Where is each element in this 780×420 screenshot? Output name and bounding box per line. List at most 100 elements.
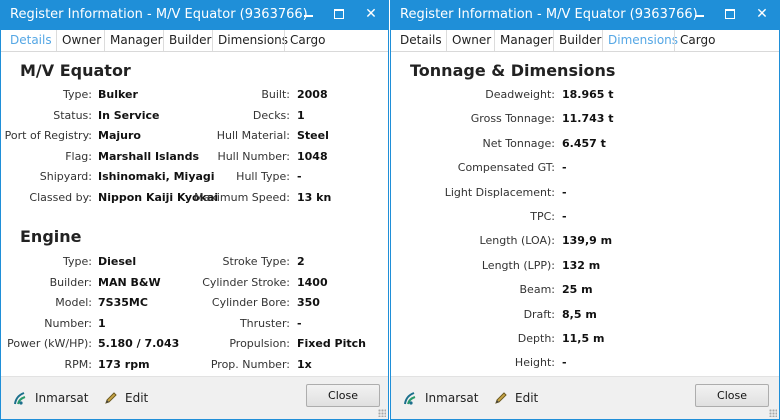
- minimize-button[interactable]: [688, 4, 712, 24]
- field-label: Type:: [63, 88, 92, 101]
- field-label: Port of Registry:: [4, 129, 92, 142]
- field-label: Propulsion:: [229, 337, 290, 350]
- field-value: 18.965 t: [562, 88, 614, 101]
- vessel-heading: M/V Equator: [20, 61, 131, 80]
- maximize-icon: [725, 9, 735, 19]
- field-label: Gross Tonnage:: [470, 112, 555, 126]
- minimize-icon: [695, 15, 704, 17]
- field-label: Length (LPP):: [481, 258, 555, 272]
- close-button[interactable]: Close: [695, 384, 769, 407]
- title-bar[interactable]: Register Information - M/V Equator (9363…: [390, 0, 780, 30]
- field-label: Cylinder Bore:: [211, 296, 290, 309]
- inmarsat-label: Inmarsat: [425, 391, 479, 405]
- field-value: 139,9 m: [562, 234, 613, 248]
- field-label: Builder:: [49, 275, 92, 289]
- field-label: Length (LOA):: [479, 234, 555, 248]
- field-label: Beam:: [519, 283, 555, 297]
- engine-heading: Engine: [20, 227, 82, 246]
- field-label: Model:: [55, 296, 92, 309]
- field-label: Cylinder Stroke:: [202, 275, 290, 289]
- field-value: Marshall Islands: [98, 149, 200, 163]
- field-value: Ishinomaki, Miyagi: [98, 170, 215, 183]
- field-value: In Service: [98, 108, 160, 122]
- field-value: 6.457 t: [562, 136, 606, 150]
- window-content: Details Owner Manager Builder Dimensions…: [391, 30, 779, 419]
- field-label: Stroke Type:: [222, 255, 290, 268]
- window-title: Register Information - M/V Equator (9363…: [400, 7, 698, 22]
- field-label: Type:: [63, 255, 92, 268]
- field-value: Steel: [297, 129, 329, 142]
- tab-owner[interactable]: Owner: [56, 30, 106, 51]
- close-window-button[interactable]: ✕: [359, 4, 383, 24]
- field-value: 25 m: [562, 283, 593, 297]
- pencil-icon: [105, 392, 117, 404]
- field-value: 1048: [297, 149, 328, 163]
- field-value: Fixed Pitch: [297, 337, 366, 350]
- tab-owner[interactable]: Owner: [446, 30, 496, 51]
- minimize-icon: [304, 15, 313, 17]
- field-value: 5.180 / 7.043: [98, 337, 180, 350]
- window-content: Details Owner Manager Builder Dimensions…: [1, 30, 388, 419]
- register-window-details: Register Information - M/V Equator (9363…: [0, 0, 389, 420]
- field-label: Hull Material:: [216, 129, 290, 142]
- field-value: -: [297, 316, 302, 330]
- tab-cargo[interactable]: Cargo: [284, 30, 330, 51]
- inmarsat-icon: [404, 392, 416, 405]
- field-value: 11,5 m: [562, 332, 605, 345]
- field-label: Hull Type:: [236, 170, 290, 183]
- field-label: Status:: [53, 108, 92, 122]
- field-value: -: [562, 185, 567, 199]
- field-value: 2008: [297, 88, 328, 101]
- field-label: RPM:: [64, 357, 92, 371]
- field-label: Depth:: [517, 332, 555, 345]
- tab-bar: Details Owner Manager Builder Dimensions…: [1, 30, 388, 52]
- close-window-button[interactable]: ✕: [750, 4, 774, 24]
- tab-details[interactable]: Details: [5, 30, 57, 51]
- tab-builder[interactable]: Builder: [163, 30, 216, 51]
- field-value: 132 m: [562, 258, 601, 272]
- field-value: 1: [297, 108, 305, 122]
- field-label: Thruster:: [239, 316, 290, 330]
- tab-dimensions[interactable]: Dimensions: [602, 30, 683, 51]
- field-value: MAN B&W: [98, 275, 161, 289]
- tab-cargo[interactable]: Cargo: [674, 30, 720, 51]
- field-value: 1x: [297, 357, 312, 371]
- field-value: 1400: [297, 275, 328, 289]
- tab-manager[interactable]: Manager: [494, 30, 558, 51]
- minimize-button[interactable]: [297, 4, 321, 24]
- footer-bar: Inmarsat Edit Close: [1, 376, 388, 419]
- field-value: Bulker: [98, 88, 138, 101]
- resize-grip[interactable]: [769, 409, 777, 417]
- maximize-button[interactable]: [327, 4, 351, 24]
- tab-details[interactable]: Details: [395, 30, 447, 51]
- field-label: Compensated GT:: [457, 161, 555, 175]
- field-label: Flag:: [65, 149, 92, 163]
- field-value: Diesel: [98, 255, 137, 268]
- maximize-button[interactable]: [718, 4, 742, 24]
- field-value: 350: [297, 296, 320, 309]
- field-label: Height:: [514, 356, 555, 370]
- field-value: 2: [297, 255, 305, 268]
- tab-dimensions[interactable]: Dimensions: [212, 30, 293, 51]
- close-button[interactable]: Close: [306, 384, 380, 407]
- field-label: Prop. Number:: [210, 357, 290, 371]
- field-label: Decks:: [252, 108, 290, 122]
- field-value: -: [562, 161, 567, 175]
- field-value: 13 kn: [297, 190, 332, 204]
- edit-label: Edit: [125, 391, 149, 405]
- field-value: 173 rpm: [98, 357, 150, 371]
- resize-grip[interactable]: [378, 409, 386, 417]
- tab-bar: Details Owner Manager Builder Dimensions…: [391, 30, 779, 52]
- tab-manager[interactable]: Manager: [104, 30, 168, 51]
- tab-builder[interactable]: Builder: [553, 30, 606, 51]
- title-bar[interactable]: Register Information - M/V Equator (9363…: [0, 0, 389, 30]
- edit-label: Edit: [515, 391, 539, 405]
- field-label: Net Tonnage:: [482, 136, 555, 150]
- field-value: -: [562, 356, 567, 370]
- field-value: 7S35MC: [98, 296, 148, 309]
- close-icon: ✕: [756, 6, 768, 22]
- field-label: TPC:: [530, 210, 555, 223]
- field-label: Classed by:: [29, 190, 92, 204]
- field-label: Draft:: [523, 307, 555, 321]
- close-icon: ✕: [365, 6, 377, 22]
